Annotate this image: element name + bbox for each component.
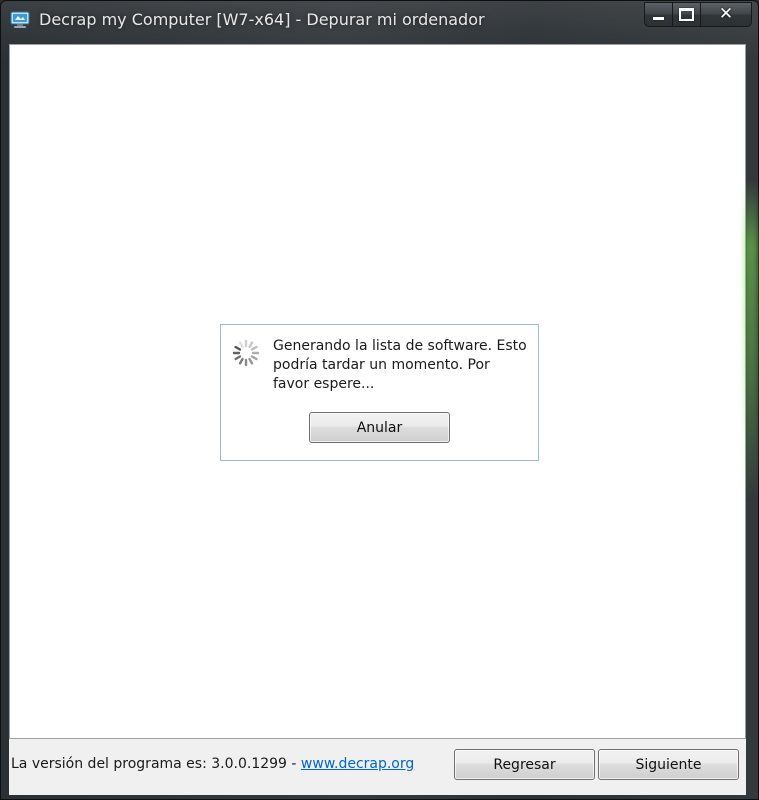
application-window: Decrap my Computer [W7-x64] - Depurar mi… [0, 0, 759, 800]
app-monitor-icon[interactable] [10, 11, 30, 29]
content-area: Generando la lista de software. Esto pod… [9, 44, 746, 739]
cancel-button[interactable]: Anular [309, 412, 450, 443]
title-bar[interactable]: Decrap my Computer [W7-x64] - Depurar mi… [1, 1, 758, 41]
maximize-icon [679, 8, 694, 21]
back-button[interactable]: Regresar [454, 749, 595, 780]
caption-buttons: ✕ [644, 2, 752, 27]
close-icon: ✕ [718, 4, 734, 24]
version-info: La versión del programa es: 3.0.0.1299 -… [11, 756, 414, 772]
progress-dialog: Generando la lista de software. Esto pod… [220, 324, 539, 461]
progress-message: Generando la lista de software. Esto pod… [273, 338, 527, 392]
maximize-button[interactable] [672, 2, 700, 27]
version-text: La versión del programa es: 3.0.0.1299 - [11, 756, 301, 772]
loading-spinner-icon [232, 339, 260, 367]
next-button[interactable]: Siguiente [598, 749, 739, 780]
footer-bar: La versión del programa es: 3.0.0.1299 -… [9, 739, 746, 795]
minimize-icon [653, 17, 664, 20]
minimize-button[interactable] [644, 2, 672, 27]
close-button[interactable]: ✕ [700, 2, 752, 27]
website-link[interactable]: www.decrap.org [301, 756, 414, 772]
window-title: Decrap my Computer [W7-x64] - Depurar mi… [39, 10, 485, 29]
